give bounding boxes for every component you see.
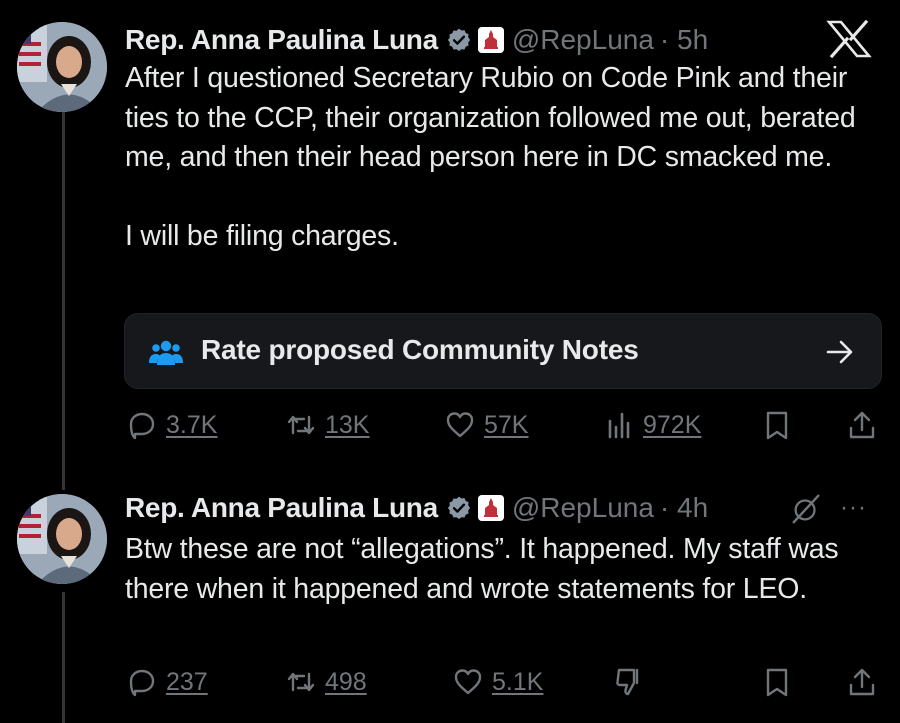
community-notes-label[interactable]: Rate proposed Community Notes xyxy=(201,334,639,366)
verified-badge-icon[interactable] xyxy=(446,495,472,521)
tweet[interactable]: Rep. Anna Paulina Luna @RepLuna · 5h Aft… xyxy=(0,20,900,460)
tweet-actions: 3.7K 13K 57K 972K xyxy=(0,405,900,445)
like-count: 57K xyxy=(484,410,529,439)
repost-count: 498 xyxy=(325,667,367,696)
us-capitol-badge-icon[interactable] xyxy=(477,27,504,53)
tweet-paragraph: After I questioned Secretary Rubio on Co… xyxy=(125,62,856,173)
share-icon[interactable] xyxy=(845,408,879,442)
like-button[interactable]: 57K xyxy=(444,405,528,445)
downvote-icon[interactable] xyxy=(612,665,646,699)
tweet-paragraph: I will be filing charges. xyxy=(125,219,399,252)
reply-bubble-icon xyxy=(129,669,155,697)
tweet-text: Btw these are not “allegations”. It happ… xyxy=(125,530,885,609)
tweet-header: Rep. Anna Paulina Luna @RepLuna · 5h xyxy=(125,20,708,60)
us-capitol-badge-icon[interactable] xyxy=(477,495,504,521)
repost-count: 13K xyxy=(325,410,370,439)
avatar[interactable] xyxy=(17,494,107,584)
community-notes-card[interactable]: Rate proposed Community Notes xyxy=(124,313,882,389)
grok-slash-icon[interactable] xyxy=(790,493,822,525)
x-logo-icon xyxy=(826,20,872,58)
reply-bubble-icon xyxy=(129,412,155,440)
reply-count: 3.7K xyxy=(166,410,218,439)
avatar[interactable] xyxy=(17,22,107,112)
share-icon[interactable] xyxy=(845,665,879,699)
repost-icon xyxy=(287,415,315,435)
like-count: 5.1K xyxy=(492,667,544,696)
bookmark-icon[interactable] xyxy=(760,665,794,699)
heart-icon xyxy=(446,412,474,438)
avatar-photo xyxy=(17,494,107,584)
tweet-header: Rep. Anna Paulina Luna @RepLuna · 4h xyxy=(125,488,708,528)
verified-badge-icon[interactable] xyxy=(446,27,472,53)
like-button[interactable]: 5.1K xyxy=(452,662,543,702)
author-handle[interactable]: @RepLuna xyxy=(512,24,654,56)
author-name[interactable]: Rep. Anna Paulina Luna xyxy=(125,24,438,56)
tweet-text: After I questioned Secretary Rubio on Co… xyxy=(125,59,885,256)
community-notes-people-icon xyxy=(149,340,183,365)
views-button[interactable]: 972K xyxy=(603,405,701,445)
tweet-paragraph: Btw these are not “allegations”. It happ… xyxy=(125,533,839,605)
repost-button[interactable]: 13K xyxy=(285,405,369,445)
reply-button[interactable]: 237 xyxy=(126,662,208,702)
views-bar-chart-icon xyxy=(608,412,630,439)
more-options-button[interactable]: ··· xyxy=(840,494,867,522)
repost-button[interactable]: 498 xyxy=(285,662,367,702)
timestamp[interactable]: · 4h xyxy=(660,492,708,524)
tweet-actions: 237 498 5.1K xyxy=(0,662,900,702)
views-count: 972K xyxy=(643,410,702,439)
avatar-photo xyxy=(17,22,107,112)
repost-icon xyxy=(287,672,315,692)
author-handle[interactable]: @RepLuna xyxy=(512,492,654,524)
timestamp[interactable]: · 5h xyxy=(660,24,708,56)
reply-count: 237 xyxy=(166,667,208,696)
heart-icon xyxy=(454,669,482,695)
arrow-right-icon[interactable] xyxy=(825,338,855,366)
author-name[interactable]: Rep. Anna Paulina Luna xyxy=(125,492,438,524)
reply-button[interactable]: 3.7K xyxy=(126,405,217,445)
bookmark-icon[interactable] xyxy=(760,408,794,442)
